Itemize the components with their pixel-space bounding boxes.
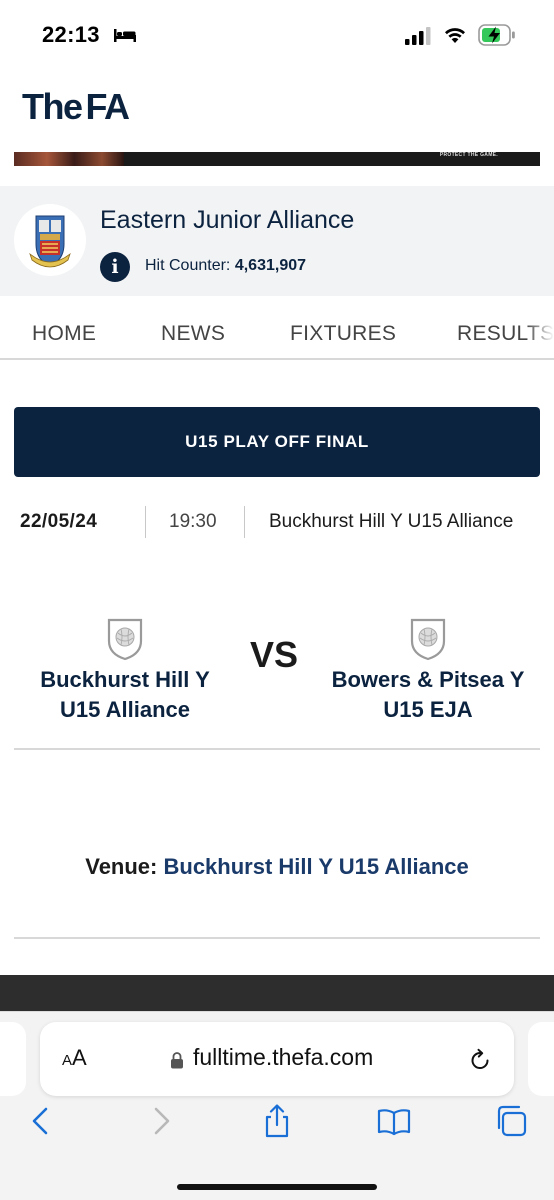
browser-toolbar: AA fulltime.thefa.com [0, 1011, 554, 1200]
away-team-name-line1: Bowers & Pitsea Y [331, 667, 525, 692]
league-name: Eastern Junior Alliance [100, 206, 355, 234]
fixture-competition-title: U15 PLAY OFF FINAL [14, 407, 540, 477]
meta-separator [244, 506, 245, 538]
fixture-date: 22/05/24 [20, 511, 98, 532]
wifi-icon [445, 28, 465, 43]
hit-counter: Hit Counter: 4,631,907 [145, 257, 306, 275]
tab-fixtures[interactable]: FIXTURES [290, 322, 396, 346]
advert-tagline: PROTECT THE GAME. [439, 152, 498, 158]
tabs-icon[interactable] [494, 1104, 528, 1138]
fixture-location: Buckhurst Hill Y U15 Alliance [269, 511, 514, 532]
fixture-venue: Venue: Buckhurst Hill Y U15 Alliance [0, 854, 554, 880]
tab-home[interactable]: HOME [32, 322, 96, 346]
url-text: fulltime.thefa.com [193, 1044, 374, 1070]
versus-label: VS [250, 634, 299, 675]
sleep-focus-icon [114, 29, 136, 42]
venue-label: Venue: [85, 854, 158, 879]
aa-small: A [62, 1052, 73, 1069]
back-chevron-icon[interactable] [24, 1104, 58, 1138]
away-team-name: Bowers & Pitsea Y U15 EJA [308, 665, 548, 725]
tab-news[interactable]: NEWS [161, 322, 225, 346]
league-nav-tabs: HOME NEWS FIXTURES RESULTS [0, 306, 554, 360]
home-team-name: Buckhurst Hill Y U15 Alliance [5, 665, 245, 725]
address-bar[interactable]: AA fulltime.thefa.com [40, 1022, 514, 1096]
home-team[interactable]: Buckhurst Hill Y U15 Alliance [5, 617, 245, 725]
share-icon[interactable] [260, 1104, 294, 1138]
logo-the: The [22, 86, 83, 127]
away-team[interactable]: Bowers & Pitsea Y U15 EJA [308, 617, 548, 725]
aa-large: A [72, 1045, 87, 1070]
the-fa-logo[interactable]: The FA [22, 86, 131, 128]
section-divider [14, 937, 540, 939]
cellular-signal-icon [405, 27, 431, 45]
away-team-name-line2: U15 EJA [383, 697, 473, 722]
lock-icon [171, 1052, 183, 1069]
league-crest-logo [14, 204, 86, 276]
section-divider [14, 748, 540, 750]
nav-scroll-fade [526, 306, 554, 358]
advert-image [14, 152, 124, 166]
home-team-badge-icon [107, 618, 143, 661]
hit-counter-label: Hit Counter: [145, 257, 231, 274]
bookmarks-icon[interactable] [377, 1104, 411, 1138]
previous-tab-preview[interactable] [0, 1022, 26, 1096]
reader-settings-button[interactable]: AA [62, 1045, 87, 1071]
fixture-time: 19:30 [169, 511, 217, 532]
league-header: Eastern Junior Alliance i Hit Counter: 4… [0, 186, 554, 296]
venue-link[interactable]: Buckhurst Hill Y U15 Alliance [164, 854, 469, 879]
home-indicator[interactable] [177, 1184, 377, 1190]
site-header: The FA [0, 72, 554, 152]
home-team-name-line1: Buckhurst Hill Y [40, 667, 210, 692]
status-time: 22:13 [42, 22, 100, 47]
next-tab-preview[interactable] [528, 1022, 554, 1096]
away-team-badge-icon [410, 618, 446, 661]
hit-counter-value: 4,631,907 [234, 257, 307, 274]
forward-chevron-icon[interactable] [144, 1104, 178, 1138]
battery-charging-icon [478, 24, 515, 46]
fixture-meta: 22/05/24 19:30 Buckhurst Hill Y U15 Alli… [0, 504, 554, 540]
advert-banner[interactable]: PROTECT THE GAME. [14, 152, 540, 166]
info-icon[interactable]: i [100, 252, 130, 282]
meta-separator [145, 506, 146, 538]
logo-fa: FA [85, 86, 131, 127]
status-bar: 22:13 [0, 0, 554, 72]
home-team-name-line2: U15 Alliance [59, 697, 191, 722]
reload-icon[interactable] [468, 1048, 492, 1072]
page-footer [0, 975, 554, 1011]
